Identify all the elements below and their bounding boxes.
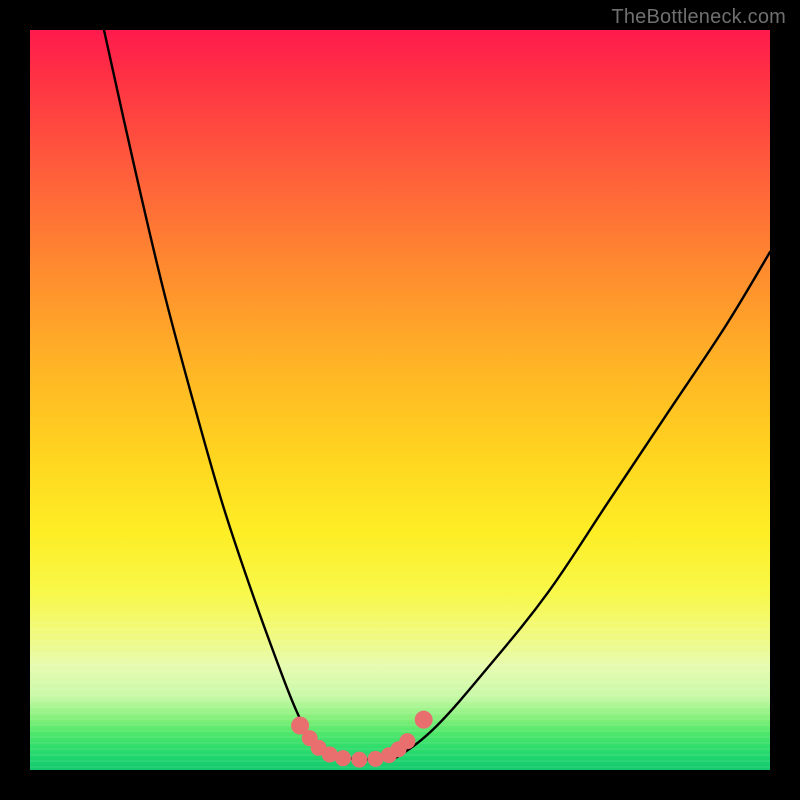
curve-layer bbox=[30, 30, 770, 770]
plot-area bbox=[30, 30, 770, 770]
bottleneck-curve bbox=[104, 30, 770, 759]
marker-dot bbox=[415, 711, 433, 729]
chart-frame: TheBottleneck.com bbox=[0, 0, 800, 800]
marker-dot bbox=[335, 750, 351, 766]
marker-dots bbox=[291, 711, 433, 768]
watermark-text: TheBottleneck.com bbox=[611, 6, 786, 29]
marker-dot bbox=[351, 752, 367, 768]
marker-dot bbox=[399, 733, 415, 749]
